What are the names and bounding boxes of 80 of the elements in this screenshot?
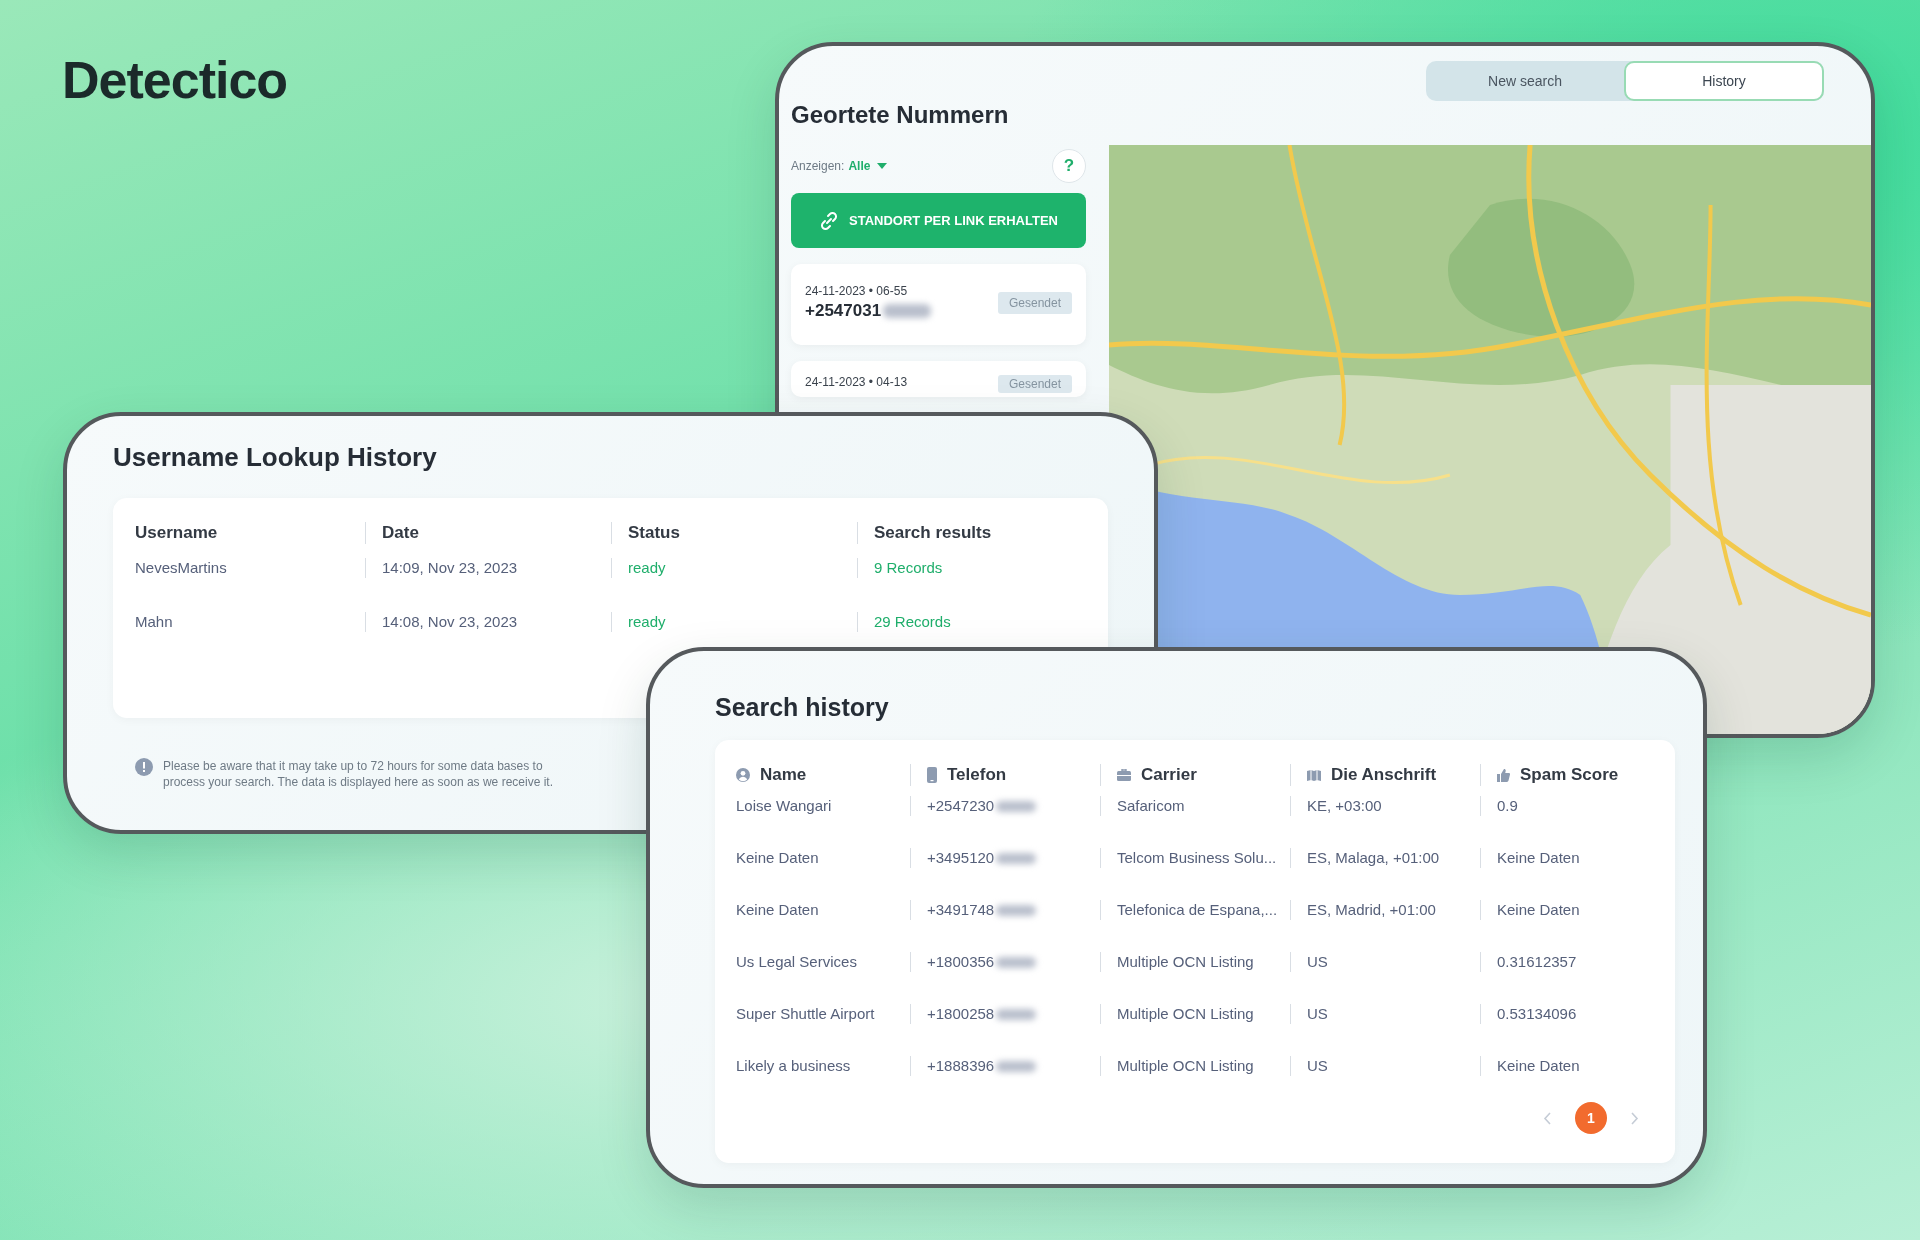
date-text: 24-11-2023 • 06-55 bbox=[805, 284, 909, 298]
blurred-digits bbox=[996, 852, 1037, 864]
number-card[interactable]: 24-11-2023 • 06-55 +2547031 Gesendet bbox=[791, 264, 1086, 345]
table-cell-text: Loise Wangari bbox=[736, 796, 833, 816]
column-header: Die Anschrift bbox=[1331, 764, 1437, 786]
help-button[interactable]: ? bbox=[1052, 149, 1086, 183]
column-header: Telefon bbox=[947, 764, 1007, 786]
column-header: Date bbox=[365, 522, 627, 544]
table-cell-text: Keine Daten bbox=[736, 900, 820, 920]
table-cell: +1800356 bbox=[927, 952, 995, 972]
table-cell: Safaricom bbox=[1100, 796, 1306, 816]
info-note: Please be aware that it may take up to 72 hours for some data bases to process your search. The data is displayed here as soon as we receive it. bbox=[163, 758, 554, 790]
table-cell: US bbox=[1290, 1056, 1496, 1076]
date-text: 24-11-2023 • 04-13 bbox=[805, 375, 908, 389]
status-badge: Gesendet bbox=[997, 291, 1072, 314]
user-icon bbox=[736, 768, 750, 782]
blurred-digits bbox=[996, 800, 1037, 812]
table-cell: 14:08, Nov 23, 2023 bbox=[365, 612, 627, 632]
table-cell: Keine Daten bbox=[1480, 900, 1686, 920]
status-badge: Gesendet bbox=[997, 375, 1072, 393]
table-cell: Multiple OCN Listing bbox=[1100, 1004, 1306, 1024]
results-link[interactable]: 29 Records bbox=[857, 612, 1119, 632]
table-cell: 0.9 bbox=[1480, 796, 1686, 816]
table-cell: +2547230 bbox=[927, 796, 995, 816]
table-cell-text: Mahn bbox=[135, 612, 174, 632]
column-header: Carrier bbox=[1141, 764, 1197, 786]
table-cell: 14:09, Nov 23, 2023 bbox=[365, 558, 627, 578]
table-cell-text: Likely a business bbox=[736, 1056, 852, 1076]
tab[interactable]: New search bbox=[1426, 61, 1624, 101]
phone-number: +2547031 bbox=[805, 301, 882, 321]
table-cell: Multiple OCN Listing bbox=[1100, 952, 1306, 972]
table-cell: US bbox=[1290, 1004, 1496, 1024]
table-cell: +1800258 bbox=[927, 1004, 995, 1024]
table-cell: 0.31612357 bbox=[1480, 952, 1686, 972]
table-cell-text: NevesMartins bbox=[135, 558, 228, 578]
blurred-digits bbox=[996, 956, 1037, 968]
get-location-button[interactable]: STANDORT PER LINK ERHALTEN bbox=[791, 193, 1086, 248]
table-cell: Telcom Business Solu... bbox=[1100, 848, 1306, 868]
table-cell: ES, Madrid, +01:00 bbox=[1290, 900, 1496, 920]
panel-title: Search history bbox=[715, 693, 889, 722]
logo: Detectico bbox=[62, 50, 288, 110]
table-cell: Keine Daten bbox=[1480, 1056, 1686, 1076]
blurred-digits bbox=[996, 904, 1037, 916]
results-link[interactable]: 9 Records bbox=[857, 558, 1119, 578]
table-cell: +3491748 bbox=[927, 900, 995, 920]
blurred-digits bbox=[996, 1060, 1037, 1072]
table-cell: US bbox=[1290, 952, 1496, 972]
column-header: Search results bbox=[857, 522, 1119, 544]
table-cell: Telefonica de Espana,... bbox=[1100, 900, 1306, 920]
table-cell: 0.53134096 bbox=[1480, 1004, 1686, 1024]
phone-icon bbox=[927, 767, 937, 783]
briefcase-icon bbox=[1117, 769, 1131, 781]
filter-dropdown[interactable]: Anzeigen: Alle bbox=[791, 159, 888, 173]
column-header: Status bbox=[611, 522, 873, 544]
table-cell: +1888396 bbox=[927, 1056, 995, 1076]
caret-icon bbox=[877, 163, 888, 169]
table-cell: +3495120 bbox=[927, 848, 995, 868]
info-icon bbox=[135, 758, 153, 776]
table-cell: ES, Malaga, +01:00 bbox=[1290, 848, 1496, 868]
number-card[interactable]: 24-11-2023 • 04-13 Gesendet bbox=[791, 361, 1086, 397]
link-icon bbox=[819, 210, 839, 231]
chevron-left-icon bbox=[1543, 1111, 1551, 1125]
table-cell-text: Super Shuttle Airport bbox=[736, 1004, 876, 1024]
column-header: Name bbox=[760, 764, 807, 786]
page-button[interactable]: 1 bbox=[1575, 1102, 1607, 1134]
panel-title: Geortete Nummern bbox=[791, 101, 1009, 129]
table-cell-text: Us Legal Services bbox=[736, 952, 858, 972]
map-icon bbox=[1307, 769, 1321, 781]
table-cell: Multiple OCN Listing bbox=[1100, 1056, 1306, 1076]
chevron-right-icon bbox=[1631, 1111, 1639, 1125]
blurred-digits bbox=[996, 1008, 1037, 1020]
column-header: Spam Score bbox=[1520, 764, 1619, 786]
table-cell: KE, +03:00 bbox=[1290, 796, 1496, 816]
panel-title: Username Lookup History bbox=[113, 442, 437, 473]
tab[interactable]: History bbox=[1624, 61, 1824, 101]
thumbs-up-icon bbox=[1497, 768, 1510, 782]
table-cell: Keine Daten bbox=[1480, 848, 1686, 868]
blurred-digits bbox=[883, 304, 932, 318]
table-cell-text: Keine Daten bbox=[736, 848, 820, 868]
column-header: Username bbox=[135, 522, 219, 544]
